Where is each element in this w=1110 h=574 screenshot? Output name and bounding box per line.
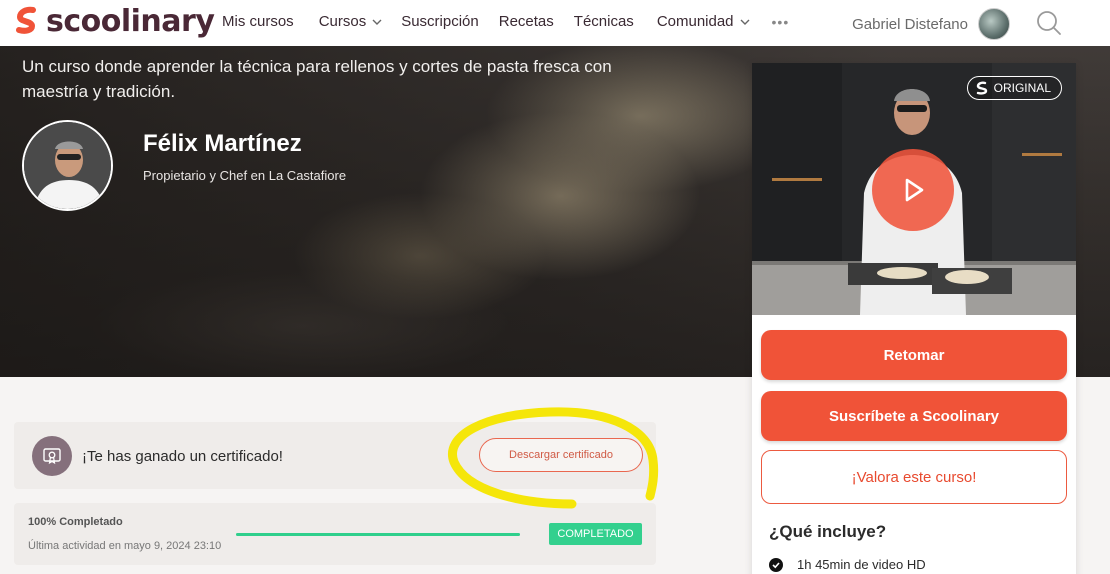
- user-avatar[interactable]: [978, 8, 1010, 40]
- chef-avatar[interactable]: [22, 120, 113, 211]
- subscribe-button[interactable]: Suscríbete a Scoolinary: [761, 391, 1067, 441]
- includes-title: ¿Qué incluye?: [769, 522, 887, 541]
- progress-bar-fill: [236, 533, 520, 536]
- more-menu-button[interactable]: •••: [772, 13, 790, 30]
- chef-portrait-icon: [24, 122, 111, 209]
- resume-button[interactable]: Retomar: [761, 330, 1067, 380]
- check-circle-icon: [769, 557, 783, 572]
- course-video-preview[interactable]: ORIGINAL: [752, 63, 1076, 315]
- play-button[interactable]: [872, 149, 954, 231]
- nav-item-label: Comunidad: [656, 13, 734, 30]
- nav-item-comunidad[interactable]: Comunidad: [657, 13, 750, 30]
- main-nav: Mis cursos Cursos Suscripción Recetas Té…: [222, 13, 789, 30]
- chef-role: Propietario y Chef en La Castafiore: [143, 168, 347, 183]
- nav-item-label: Recetas: [498, 13, 554, 30]
- course-card: ORIGINAL Retomar Suscríbete a Scoolinary…: [752, 63, 1076, 574]
- nav-item-label: Suscripción: [401, 13, 479, 30]
- nav-item-label: Técnicas: [573, 13, 634, 30]
- progress-row: 100% Completado Última actividad en mayo…: [14, 503, 656, 565]
- download-certificate-button[interactable]: Descargar certificado: [479, 438, 643, 472]
- include-item: 1h 45min de video HD: [769, 557, 926, 572]
- user-menu[interactable]: Gabriel Distefano: [852, 8, 1010, 40]
- certificate-icon: [32, 436, 72, 476]
- scoolinary-logo[interactable]: scoolinary: [14, 4, 215, 39]
- more-icon: •••: [771, 13, 790, 30]
- last-activity: Última actividad en mayo 9, 2024 23:10: [28, 540, 222, 552]
- chevron-down-icon: [740, 19, 750, 25]
- certificate-row: ¡Te has ganado un certificado! Descargar…: [14, 422, 656, 489]
- original-badge-label: ORIGINAL: [993, 81, 1051, 95]
- play-icon: [905, 178, 924, 202]
- chevron-down-icon: [372, 19, 382, 25]
- completed-badge: COMPLETADO: [549, 523, 642, 545]
- logo-mark-icon: [16, 6, 36, 34]
- nav-item-mis-cursos[interactable]: Mis cursos: [222, 13, 294, 30]
- user-name: Gabriel Distefano: [852, 15, 968, 33]
- nav-item-tecnicas[interactable]: Técnicas: [574, 13, 634, 30]
- original-badge: ORIGINAL: [966, 76, 1062, 100]
- course-description: Un curso donde aprender la técnica para …: [22, 57, 612, 101]
- nav-item-cursos[interactable]: Cursos: [319, 13, 383, 30]
- nav-item-recetas[interactable]: Recetas: [499, 13, 554, 30]
- include-item-label: 1h 45min de video HD: [797, 557, 926, 572]
- chef-name[interactable]: Félix Martínez: [143, 130, 302, 158]
- certificate-message: ¡Te has ganado un certificado!: [82, 448, 283, 465]
- search-icon[interactable]: [1034, 8, 1064, 38]
- progress-title: 100% Completado: [28, 516, 123, 528]
- progress-bar: [236, 533, 520, 536]
- rate-course-button[interactable]: ¡Valora este curso!: [761, 450, 1067, 504]
- logo-text: scoolinary: [46, 4, 215, 39]
- nav-item-suscripcion[interactable]: Suscripción: [401, 13, 479, 30]
- top-navigation: scoolinary Mis cursos Cursos Suscripción…: [0, 0, 1110, 46]
- scoolinary-s-icon: [976, 81, 987, 95]
- nav-item-label: Mis cursos: [222, 13, 294, 30]
- nav-item-label: Cursos: [318, 13, 367, 30]
